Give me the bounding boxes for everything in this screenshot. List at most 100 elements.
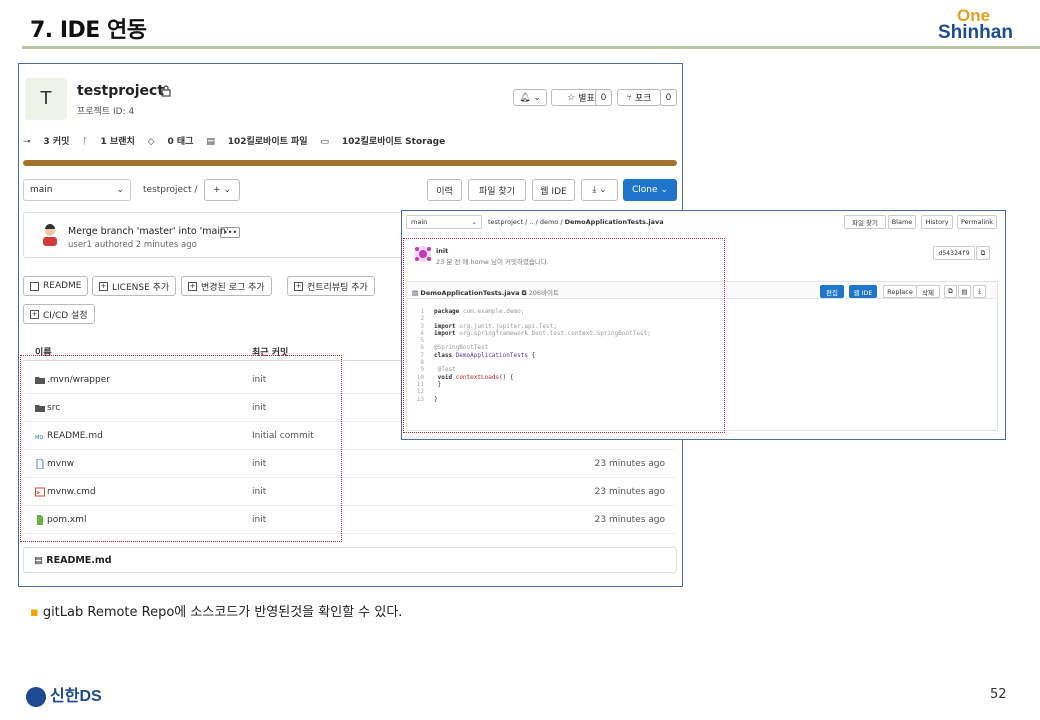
files-stat[interactable]: ▤ 102킬로바이트 파일 bbox=[206, 137, 307, 147]
expand-commit-button[interactable]: ••• bbox=[220, 227, 241, 238]
breadcrumb-project: testproject bbox=[143, 185, 192, 195]
project-stats: ⊸ 3 커밋 ᚴ 1 브랜치 ◇ 0 태그 ▤ 102킬로바이트 파일 ▭ 10… bbox=[23, 134, 455, 147]
quick-contributing-button[interactable]: + 컨트리뷰팅 추가 bbox=[287, 276, 375, 296]
storage-icon: ▭ bbox=[320, 137, 329, 147]
download-icon[interactable]: ⤓ bbox=[973, 285, 986, 298]
history-button[interactable]: 이력 bbox=[427, 179, 462, 201]
commit-sha[interactable]: d54324f9 bbox=[933, 246, 975, 260]
file-time: 23 minutes ago bbox=[594, 515, 665, 525]
branch-select-value: main bbox=[30, 185, 53, 195]
clone-label: Clone bbox=[632, 185, 658, 195]
web-ide-button[interactable]: 웹 IDE bbox=[532, 179, 575, 201]
delete-button[interactable]: 삭제 bbox=[916, 285, 940, 298]
overlay-breadcrumb[interactable]: testproject / .. / demo / DemoApplicatio… bbox=[488, 218, 664, 226]
branch-select[interactable]: main ⌄ bbox=[23, 179, 131, 201]
chevron-down-icon: ⌄ bbox=[471, 218, 477, 226]
branches-stat[interactable]: ᚴ 1 브랜치 bbox=[82, 137, 135, 147]
blame-button[interactable]: Blame bbox=[888, 215, 916, 229]
commits-stat[interactable]: ⊸ 3 커밋 bbox=[23, 137, 69, 147]
clone-button[interactable]: Clone ⌄ bbox=[623, 179, 677, 201]
star-icon: ☆ bbox=[567, 92, 576, 103]
footer-logo-text: 신한DS bbox=[50, 688, 102, 705]
notification-button[interactable]: 🔔︎ ⌄ bbox=[513, 89, 547, 106]
chevron-down-icon: ⌄ bbox=[116, 185, 124, 195]
overlay-breadcrumb-path: testproject / .. / demo / bbox=[488, 218, 563, 226]
find-file-button[interactable]: 파일 찾기 bbox=[468, 179, 526, 201]
plus-box-icon: + bbox=[30, 309, 39, 319]
chevron-down-icon: ⌄ bbox=[533, 92, 541, 103]
chevron-down-icon: ⌄ bbox=[660, 185, 668, 195]
overlay-branch-value: main bbox=[411, 218, 428, 226]
quick-button-label: CI/CD 설정 bbox=[43, 310, 88, 321]
footer-logo: 신한DS bbox=[26, 682, 102, 707]
page-number: 52 bbox=[990, 687, 1007, 702]
readme-header[interactable]: ▤ README.md bbox=[23, 547, 677, 573]
user-avatar-icon bbox=[43, 224, 57, 246]
quick-cicd-button[interactable]: + CI/CD 설정 bbox=[23, 304, 95, 324]
overlay-branch-select[interactable]: main ⌄ bbox=[406, 215, 482, 229]
file-time: 23 minutes ago bbox=[594, 459, 665, 469]
commit-icon: ⊸ bbox=[23, 137, 31, 147]
chevron-down-icon: ⌄ bbox=[599, 185, 607, 195]
slide-title: 7. IDE 연동 bbox=[30, 18, 147, 43]
fork-label: 포크 bbox=[634, 94, 652, 104]
star-count[interactable]: 0 bbox=[595, 89, 612, 106]
fork-count[interactable]: 0 bbox=[660, 89, 677, 106]
commit-message[interactable]: Merge branch 'master' into 'main' bbox=[68, 226, 229, 237]
plus-box-icon: + bbox=[294, 281, 303, 291]
star-label: 별표 bbox=[578, 94, 595, 104]
quick-readme-button[interactable]: README bbox=[23, 276, 89, 296]
breadcrumb[interactable]: testproject / bbox=[143, 185, 197, 195]
quick-button-label: LICENSE 추가 bbox=[112, 282, 170, 293]
bell-icon: 🔔︎ bbox=[519, 92, 531, 103]
download-icon: ⤓ bbox=[592, 185, 597, 195]
storage-stat: ▭ 102킬로바이트 Storage bbox=[320, 137, 445, 147]
overlay-web-ide-button[interactable]: 웹 IDE bbox=[849, 285, 877, 298]
replace-button[interactable]: Replace bbox=[883, 285, 917, 298]
project-avatar: T bbox=[25, 78, 67, 120]
project-id: 프로젝트 ID: 4 bbox=[77, 107, 135, 117]
quick-button-label: 컨트리뷰팅 추가 bbox=[307, 282, 368, 293]
code-highlight bbox=[403, 238, 725, 433]
bullet-icon: ▪ bbox=[30, 605, 39, 620]
add-menu-button[interactable]: + ⌄ bbox=[204, 179, 240, 201]
overlay-find-file-button[interactable]: 파일 찾기 bbox=[844, 215, 886, 229]
files-size: 102킬로바이트 파일 bbox=[227, 137, 308, 147]
permalink-button[interactable]: Permalink bbox=[957, 215, 997, 229]
copy-source-icon[interactable]: ⧉ bbox=[944, 285, 957, 298]
fork-button[interactable]: ⑂ 포크 bbox=[617, 89, 661, 106]
overlay-breadcrumb-file: DemoApplicationTests.java bbox=[564, 218, 664, 226]
title-divider bbox=[22, 46, 1040, 49]
branch-icon: ᚴ bbox=[82, 137, 88, 147]
file-icon: ▤ bbox=[34, 555, 43, 566]
file-icon bbox=[30, 281, 39, 291]
file-time: 23 minutes ago bbox=[594, 487, 665, 497]
plus-icon: + bbox=[213, 185, 221, 195]
raw-file-icon[interactable]: ▤ bbox=[958, 285, 971, 298]
readme-title: README.md bbox=[46, 555, 112, 566]
plus-box-icon: + bbox=[188, 281, 197, 291]
quick-button-label: README bbox=[43, 281, 82, 291]
branches-count: 1 브랜치 bbox=[100, 137, 135, 147]
quick-license-button[interactable]: + LICENSE 추가 bbox=[92, 276, 177, 296]
commit-author-line: user1 authored 2 minutes ago bbox=[68, 240, 197, 250]
shinhan-logo-icon bbox=[26, 686, 46, 707]
file-list-highlight bbox=[20, 355, 342, 542]
storage-size: 102킬로바이트 Storage bbox=[341, 137, 446, 147]
copy-icon[interactable]: ⧉ bbox=[976, 246, 990, 260]
brand-logo-bottom: Shinhan bbox=[938, 22, 1013, 43]
tags-stat[interactable]: ◇ 0 태그 bbox=[148, 137, 194, 147]
lock-icon bbox=[161, 85, 171, 97]
bullet-caption-text: gitLab Remote Repo에 소스코드가 반영된것을 확인할 수 있다… bbox=[42, 605, 403, 620]
project-name[interactable]: testproject bbox=[77, 83, 164, 99]
file-icon: ▤ bbox=[206, 137, 215, 147]
commits-count: 3 커밋 bbox=[43, 137, 70, 147]
plus-box-icon: + bbox=[99, 281, 108, 291]
language-bar bbox=[23, 160, 677, 166]
edit-button[interactable]: 편집 bbox=[820, 285, 844, 298]
history-button[interactable]: History bbox=[921, 215, 953, 229]
bullet-caption: ▪ gitLab Remote Repo에 소스코드가 반영된것을 확인할 수 있… bbox=[30, 601, 402, 620]
download-button[interactable]: ⤓ ⌄ bbox=[581, 179, 618, 201]
quick-changelog-button[interactable]: + 변경된 로그 추가 bbox=[181, 276, 272, 296]
fork-icon: ⑂ bbox=[626, 92, 632, 103]
